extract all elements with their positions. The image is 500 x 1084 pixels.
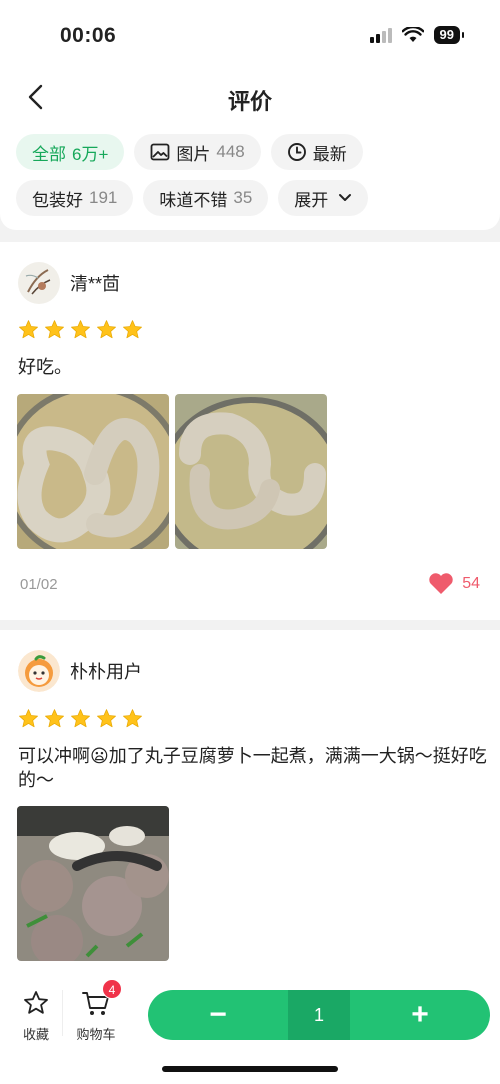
header: 评价 全部 6万+ 图片 448 最新 包装好 191 味道不错 35 展开 bbox=[0, 70, 500, 230]
star-icon bbox=[97, 320, 116, 339]
chip-label: 图片 bbox=[176, 144, 211, 164]
review-text: 可以冲啊😦加了丸子豆腐萝卜一起煮，满满一大锅～挺好吃的～ bbox=[18, 746, 487, 790]
status-time: 00:06 bbox=[60, 24, 117, 47]
star-icon bbox=[71, 709, 90, 728]
review-photos bbox=[17, 806, 169, 961]
home-indicator bbox=[162, 1066, 338, 1072]
cart-button[interactable]: 4 购物车 bbox=[66, 979, 126, 1043]
chevron-down-icon bbox=[339, 194, 352, 201]
cart-label: 购物车 bbox=[76, 1027, 116, 1042]
review-card: 朴朴用户 可以冲啊😦加了丸子豆腐萝卜一起煮，满满一大锅～挺好吃的～ bbox=[0, 630, 500, 970]
chip-label: 全部 bbox=[32, 144, 66, 164]
filter-chip-good-taste[interactable]: 味道不错 35 bbox=[143, 180, 269, 216]
star-icon bbox=[19, 709, 38, 728]
star-icon bbox=[123, 709, 142, 728]
chip-count: 448 bbox=[216, 142, 245, 161]
review-photos bbox=[17, 394, 327, 549]
filter-chip-all[interactable]: 全部 6万+ bbox=[16, 134, 125, 170]
status-icons: 99 bbox=[369, 26, 465, 44]
filter-chip-latest[interactable]: 最新 bbox=[270, 134, 363, 170]
star-icon bbox=[45, 320, 64, 339]
avatar[interactable] bbox=[18, 262, 60, 304]
cellular-signal-icon bbox=[369, 27, 392, 43]
star-icon bbox=[97, 709, 116, 728]
avatar[interactable] bbox=[18, 650, 60, 692]
chip-label: 味道不错 bbox=[159, 190, 228, 210]
image-icon bbox=[150, 143, 170, 161]
clock-icon bbox=[287, 143, 306, 161]
review-text: 好吃。 bbox=[18, 357, 72, 377]
filter-chip-images[interactable]: 图片 448 bbox=[134, 134, 261, 170]
quantity-value[interactable]: 1 bbox=[288, 990, 350, 1040]
quantity-stepper: − 1 + bbox=[148, 990, 490, 1040]
battery-icon: 99 bbox=[433, 26, 465, 44]
star-rating bbox=[18, 319, 143, 340]
bottom-bar: 收藏 4 购物车 − 1 + bbox=[0, 970, 500, 1084]
increment-button[interactable]: + bbox=[350, 990, 490, 1040]
divider bbox=[62, 990, 63, 1036]
page-title: 评价 bbox=[227, 89, 272, 114]
review-card: 清**茴 好吃。 01/02 54 bbox=[0, 242, 500, 620]
review-user: 清**茴 bbox=[18, 262, 120, 304]
review-photo[interactable] bbox=[175, 394, 327, 549]
favorite-button[interactable]: 收藏 bbox=[6, 988, 66, 1043]
filter-chip-good-packaging[interactable]: 包装好 191 bbox=[16, 180, 134, 216]
chip-label: 展开 bbox=[294, 190, 329, 210]
chip-count: 191 bbox=[89, 188, 118, 207]
star-icon bbox=[45, 709, 64, 728]
like-count: 54 bbox=[462, 574, 480, 592]
username: 清**茴 bbox=[70, 274, 121, 294]
review-photo[interactable] bbox=[17, 806, 169, 961]
status-bar: 00:06 99 bbox=[0, 0, 500, 70]
star-icon bbox=[71, 320, 90, 339]
star-icon bbox=[123, 320, 142, 339]
review-photo[interactable] bbox=[17, 394, 169, 549]
like-button[interactable]: 54 bbox=[428, 572, 480, 595]
chip-label: 最新 bbox=[312, 144, 347, 164]
decrement-button[interactable]: − bbox=[148, 990, 288, 1040]
username: 朴朴用户 bbox=[70, 662, 142, 682]
wifi-icon bbox=[401, 27, 424, 42]
favorite-label: 收藏 bbox=[22, 1027, 49, 1042]
cart-badge: 4 bbox=[102, 979, 122, 999]
filter-chip-expand[interactable]: 展开 bbox=[278, 180, 369, 216]
chip-count: 35 bbox=[233, 188, 253, 207]
review-user: 朴朴用户 bbox=[18, 650, 142, 692]
star-outline-icon bbox=[24, 991, 48, 1014]
filter-chips: 全部 6万+ 图片 448 最新 包装好 191 味道不错 35 展开 bbox=[16, 134, 496, 226]
star-rating bbox=[18, 708, 143, 729]
chip-count: 6万+ bbox=[72, 144, 109, 164]
star-icon bbox=[19, 320, 38, 339]
heart-icon bbox=[429, 573, 453, 594]
review-date: 01/02 bbox=[20, 576, 58, 593]
chip-label: 包装好 bbox=[32, 190, 83, 210]
